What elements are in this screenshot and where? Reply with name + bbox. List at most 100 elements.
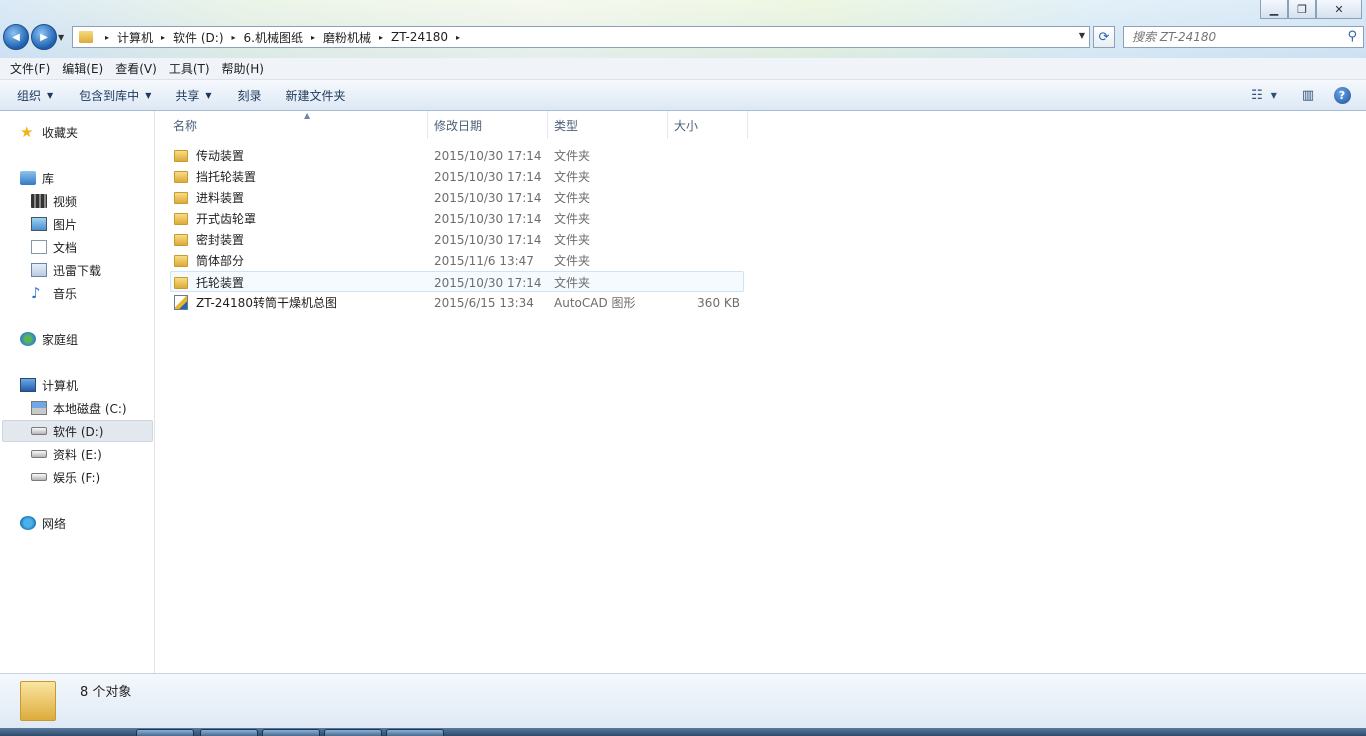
sidebar-item-pictures[interactable]: 图片 bbox=[31, 213, 77, 235]
change-view-button[interactable]: ☷ ▼ bbox=[1251, 84, 1277, 106]
column-header-date-modified[interactable]: 修改日期 bbox=[428, 111, 548, 139]
sidebar-item-label: 娱乐 (F:) bbox=[53, 470, 101, 485]
back-button[interactable]: ◀ bbox=[3, 24, 29, 50]
breadcrumb-arrow-icon[interactable]: ▸ bbox=[311, 33, 315, 42]
chevron-down-icon: ▼ bbox=[205, 90, 212, 100]
search-box[interactable]: ⚲ bbox=[1123, 26, 1364, 48]
recent-pages-button[interactable]: ▼ bbox=[58, 33, 64, 42]
sidebar-item-drive-c[interactable]: 本地磁盘 (C:) bbox=[31, 397, 127, 419]
file-row[interactable]: 挡托轮装置 2015/10/30 17:14 文件夹 bbox=[170, 166, 744, 187]
sidebar-item-label: 图片 bbox=[53, 217, 78, 232]
close-button[interactable]: ✕ bbox=[1316, 0, 1362, 19]
organize-button[interactable]: 组织 ▼ bbox=[8, 80, 62, 110]
sidebar-item-network[interactable]: 网络 bbox=[20, 512, 66, 534]
hard-drive-icon bbox=[31, 450, 47, 458]
sidebar-item-drive-e[interactable]: 资料 (E:) bbox=[31, 443, 102, 465]
sort-ascending-icon: ▲ bbox=[304, 111, 311, 120]
folder-icon bbox=[174, 212, 188, 225]
hard-drive-icon bbox=[31, 473, 47, 481]
document-icon bbox=[31, 240, 47, 254]
column-header-name[interactable]: 名称 ▲ bbox=[167, 111, 428, 139]
new-folder-button[interactable]: 新建文件夹 bbox=[277, 80, 355, 110]
file-row[interactable]: ZT-24180转筒干燥机总图 2015/6/15 13:34 AutoCAD … bbox=[170, 292, 744, 313]
preview-pane-button[interactable]: ▥ bbox=[1296, 84, 1320, 106]
file-type: 文件夹 bbox=[554, 212, 591, 226]
menu-file[interactable]: 文件(F) bbox=[4, 60, 56, 77]
menu-edit[interactable]: 编辑(E) bbox=[56, 60, 109, 77]
maximize-button[interactable]: ❐ bbox=[1288, 0, 1316, 19]
menu-tools[interactable]: 工具(T) bbox=[163, 60, 216, 77]
file-row[interactable]: 进料装置 2015/10/30 17:14 文件夹 bbox=[170, 187, 744, 208]
column-header-type[interactable]: 类型 bbox=[548, 111, 668, 139]
sidebar-item-label: 软件 (D:) bbox=[53, 424, 104, 439]
breadcrumb-arrow-icon[interactable]: ▸ bbox=[379, 33, 383, 42]
sidebar-item-homegroup[interactable]: 家庭组 bbox=[20, 328, 78, 350]
share-button[interactable]: 共享 ▼ bbox=[166, 80, 220, 110]
taskbar-button[interactable] bbox=[200, 729, 258, 736]
search-icon[interactable]: ⚲ bbox=[1347, 29, 1357, 44]
breadcrumb-arrow-icon[interactable]: ▸ bbox=[161, 33, 165, 42]
sidebar-item-documents[interactable]: 文档 bbox=[31, 236, 77, 258]
file-row[interactable]: 密封装置 2015/10/30 17:14 文件夹 bbox=[170, 229, 744, 250]
details-pane: 8 个对象 bbox=[0, 673, 1366, 728]
sidebar-item-label: 视频 bbox=[53, 194, 78, 209]
sidebar-item-label: 收藏夹 bbox=[42, 125, 79, 140]
folder-icon bbox=[20, 681, 56, 721]
file-modified: 2015/10/30 17:14 bbox=[434, 190, 542, 205]
minimize-button[interactable]: ▁ bbox=[1260, 0, 1288, 19]
include-in-library-button[interactable]: 包含到库中 ▼ bbox=[70, 80, 160, 110]
taskbar-button[interactable] bbox=[324, 729, 382, 736]
sidebar-item-music[interactable]: ♪ 音乐 bbox=[31, 282, 77, 304]
star-icon: ★ bbox=[20, 123, 34, 141]
breadcrumb-arrow-icon[interactable]: ▸ bbox=[456, 33, 460, 42]
file-type: 文件夹 bbox=[554, 170, 591, 184]
sidebar-item-libraries[interactable]: 库 bbox=[20, 167, 54, 189]
taskbar-button[interactable] bbox=[262, 729, 320, 736]
video-icon bbox=[31, 194, 47, 208]
file-name: 密封装置 bbox=[196, 233, 245, 247]
item-count: 8 个对象 bbox=[80, 685, 132, 700]
burn-button[interactable]: 刻录 bbox=[229, 80, 271, 110]
column-name-label: 名称 bbox=[173, 118, 198, 133]
menu-bar: 文件(F) 编辑(E) 查看(V) 工具(T) 帮助(H) bbox=[0, 58, 1366, 80]
breadcrumb-current-folder[interactable]: ZT-24180 bbox=[391, 30, 448, 44]
menu-help[interactable]: 帮助(H) bbox=[216, 60, 270, 77]
sidebar-item-drive-d[interactable]: 软件 (D:) bbox=[2, 420, 153, 442]
breadcrumb-arrow-icon[interactable]: ▸ bbox=[105, 33, 109, 42]
breadcrumb-drive-d[interactable]: 软件 (D:) bbox=[173, 29, 223, 46]
help-button[interactable]: ? bbox=[1330, 84, 1354, 106]
breadcrumb-grinding-machinery[interactable]: 磨粉机械 bbox=[323, 29, 371, 46]
file-row-hovered[interactable]: 托轮装置 2015/10/30 17:14 文件夹 bbox=[170, 271, 744, 292]
chevron-down-icon: ▼ bbox=[145, 90, 152, 100]
breadcrumb-arrow-icon[interactable]: ▸ bbox=[232, 33, 236, 42]
sidebar-item-favorites[interactable]: ★ 收藏夹 bbox=[20, 121, 78, 143]
sidebar-item-computer[interactable]: 计算机 bbox=[20, 374, 78, 396]
chevron-down-icon: ▼ bbox=[47, 90, 54, 100]
file-name: 开式齿轮罩 bbox=[196, 212, 257, 226]
column-header-size[interactable]: 大小 bbox=[668, 111, 748, 139]
folder-icon bbox=[174, 170, 188, 183]
sidebar-item-videos[interactable]: 视频 bbox=[31, 190, 77, 212]
file-name: 传动装置 bbox=[196, 149, 245, 163]
menu-view[interactable]: 查看(V) bbox=[109, 60, 163, 77]
search-input[interactable] bbox=[1132, 30, 1342, 44]
file-row[interactable]: 传动装置 2015/10/30 17:14 文件夹 bbox=[170, 145, 744, 166]
refresh-icon: ⟳ bbox=[1098, 29, 1110, 45]
taskbar-button[interactable] bbox=[136, 729, 194, 736]
address-history-dropdown[interactable]: ▼ bbox=[1079, 31, 1085, 40]
file-modified: 2015/10/30 17:14 bbox=[434, 169, 542, 184]
address-bar[interactable]: ▸ 计算机 ▸ 软件 (D:) ▸ 6.机械图纸 ▸ 磨粉机械 ▸ ZT-24180 ▸ … bbox=[72, 26, 1090, 48]
chevron-down-icon: ▼ bbox=[1270, 90, 1277, 100]
forward-button[interactable]: ▶ bbox=[31, 24, 57, 50]
file-row[interactable]: 筒体部分 2015/11/6 13:47 文件夹 bbox=[170, 250, 744, 271]
taskbar-button[interactable] bbox=[386, 729, 444, 736]
sidebar-item-thunder-downloads[interactable]: 迅雷下载 bbox=[31, 259, 101, 281]
breadcrumb-drawings[interactable]: 6.机械图纸 bbox=[244, 29, 303, 46]
breadcrumb-computer[interactable]: 计算机 bbox=[117, 29, 153, 46]
refresh-button[interactable]: ⟳ bbox=[1093, 26, 1115, 48]
file-name: 挡托轮装置 bbox=[196, 170, 257, 184]
sidebar-item-drive-f[interactable]: 娱乐 (F:) bbox=[31, 466, 100, 488]
library-icon bbox=[20, 171, 36, 185]
file-row[interactable]: 开式齿轮罩 2015/10/30 17:14 文件夹 bbox=[170, 208, 744, 229]
sidebar-item-label: 本地磁盘 (C:) bbox=[53, 401, 127, 416]
